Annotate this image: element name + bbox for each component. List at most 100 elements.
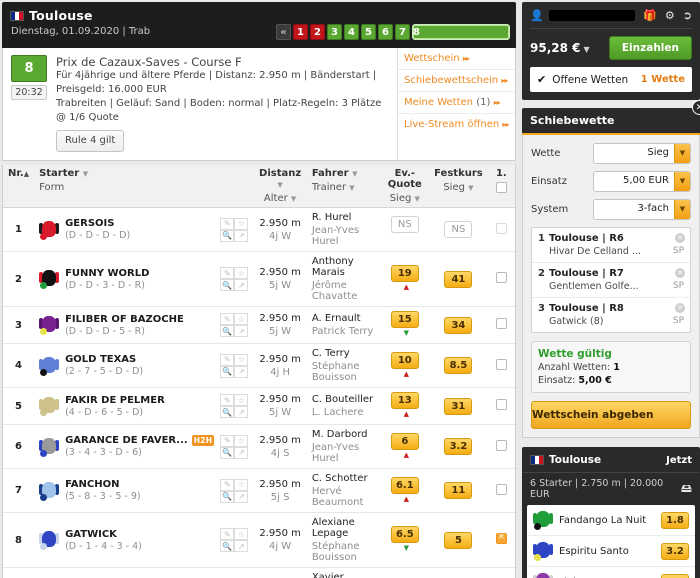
next-runner-odds[interactable]: 1.8 [661,511,689,529]
festkurs-odds[interactable]: 11 [444,482,473,499]
festkurs-odds[interactable]: NS [444,221,473,238]
search-icon[interactable]: 🔍 [220,490,235,503]
edit-icon[interactable]: ✎ [220,313,235,325]
ev-quote-odds[interactable]: NS [390,215,419,233]
system-select[interactable]: 3-fach ▼ [593,199,691,220]
h2h-badge[interactable]: H2H [191,435,215,446]
edit-icon[interactable]: ✎ [220,394,235,406]
festkurs-odds[interactable]: 5 [444,531,473,549]
festkurs-odds[interactable]: 34 [444,316,473,334]
star-icon[interactable]: ☆ [234,353,249,366]
gift-icon[interactable]: 🎁 [643,9,657,22]
star-icon[interactable]: ☆ [234,434,249,447]
horse-name[interactable]: GARANCE DE FAVER... H2H [65,435,215,446]
trend-chart-icon[interactable]: ↗ [234,279,249,291]
horse-name[interactable]: FILIBER OF BAZOCHE [65,314,214,325]
race-nav-4[interactable]: 4 [344,24,359,40]
star-icon[interactable]: ☆ [234,217,249,230]
search-icon[interactable]: 🔍 [220,446,235,459]
rule4-button[interactable]: Rule 4 gilt [56,130,125,152]
wette-select[interactable]: Sieg ▼ [593,143,691,164]
race-nav-6[interactable]: 6 [378,24,393,40]
race-nav-1[interactable]: 1 [293,24,308,40]
search-icon[interactable]: 🔍 [220,229,235,242]
balance-dropdown[interactable]: 95,28 € ▼ [530,41,609,55]
horse-name[interactable]: GATWICK [65,529,214,540]
link-schiebewettschein[interactable]: Schiebewettschein ▸▸ [398,70,515,92]
search-icon[interactable]: 🔍 [220,325,235,337]
star-icon[interactable]: ☆ [234,313,249,325]
race-nav-7[interactable]: 7 [395,24,410,40]
horse-name[interactable]: FAKIR DE PELMER [65,395,214,406]
edit-icon[interactable]: ✎ [220,434,235,447]
col-distanz[interactable]: Distanz ▼ Alter ▼ [253,165,307,208]
gear-icon[interactable]: ⚙ [665,9,675,22]
remove-selection-icon[interactable]: ✕ [675,303,685,313]
link-wettschein[interactable]: Wettschein ▸▸ [398,48,515,70]
edit-icon[interactable]: ✎ [220,217,235,230]
race-nav-prev[interactable]: « [276,24,291,40]
deposit-button[interactable]: Einzahlen [608,36,692,60]
ev-quote-odds[interactable]: 10 [390,351,419,369]
einsatz-select[interactable]: 5,00 EUR ▼ [593,171,691,192]
row-checkbox[interactable] [495,483,507,495]
festkurs-odds[interactable]: 31 [444,397,473,415]
ev-quote-odds[interactable]: 19 [390,265,419,282]
horse-name[interactable]: FUNNY WORLD [65,268,214,279]
trend-chart-icon[interactable]: ↗ [234,229,249,242]
col-fahrer[interactable]: Fahrer ▼ Trainer ▼ [306,165,381,208]
remove-selection-icon[interactable]: ✕ [675,268,685,278]
festkurs-odds[interactable]: 8.5 [444,357,473,374]
edit-icon[interactable]: ✎ [220,528,235,540]
search-icon[interactable]: 🔍 [220,365,235,378]
select-all-checkbox[interactable] [495,182,507,193]
trend-chart-icon[interactable]: ↗ [234,540,249,552]
row-checkbox[interactable] [495,358,507,370]
edit-icon[interactable]: ✎ [220,267,235,279]
search-icon[interactable]: 🔍 [220,279,235,291]
ev-quote-odds[interactable]: 6.5 [390,526,419,543]
trend-chart-icon[interactable]: ↗ [234,325,249,337]
horse-name[interactable]: GOLD TEXAS [65,354,214,365]
col-nr[interactable]: Nr.▲ [3,165,35,208]
search-icon[interactable]: 🔍 [220,540,235,552]
race-nav-2[interactable]: 2 [310,24,325,40]
row-checkbox[interactable] [495,222,507,234]
ev-quote-odds[interactable]: 6 [390,432,419,450]
row-checkbox[interactable] [495,272,507,283]
festkurs-odds[interactable]: 41 [444,270,473,288]
col-festkurs[interactable]: Festkurs Sieg ▼ [429,165,488,208]
edit-icon[interactable]: ✎ [220,353,235,366]
race-nav-8[interactable]: 8 [412,24,510,40]
star-icon[interactable]: ☆ [234,478,249,491]
festkurs-odds[interactable]: 3.2 [444,438,473,455]
ev-quote-odds[interactable]: 13 [390,392,419,409]
row-checkbox[interactable] [495,318,507,329]
trend-chart-icon[interactable]: ↗ [234,490,249,503]
race-nav-3[interactable]: 3 [327,24,342,40]
row-checkbox[interactable] [495,532,507,544]
ev-quote-odds[interactable]: 15 [390,311,419,328]
row-checkbox[interactable] [495,399,507,410]
row-checkbox[interactable] [495,439,507,451]
star-icon[interactable]: ☆ [234,394,249,406]
next-runner-odds[interactable]: 3.2 [661,542,689,560]
logout-icon[interactable]: ➲ [683,9,692,22]
race-nav-5[interactable]: 5 [361,24,376,40]
submit-betslip-button[interactable]: Wettschein abgeben [531,401,691,429]
col-starter[interactable]: Starter ▼ Form [34,165,254,208]
trend-chart-icon[interactable]: ↗ [234,365,249,378]
trend-chart-icon[interactable]: ↗ [234,446,249,459]
horse-name[interactable]: GERSOIS [65,218,214,229]
search-icon[interactable]: 🔍 [220,406,235,418]
link-livestream[interactable]: Live-Stream öffnen ▸▸ [398,114,515,135]
star-icon[interactable]: ☆ [234,528,249,540]
link-meine-wetten[interactable]: Meine Wetten (1) ▸▸ [398,92,515,114]
close-icon[interactable]: ✕ [692,100,700,115]
open-bets-row[interactable]: ✔ Offene Wetten 1 Wette [530,67,692,92]
ev-quote-odds[interactable]: 6.1 [390,476,419,494]
edit-icon[interactable]: ✎ [220,478,235,491]
next-runner-odds[interactable]: 5.5 [661,573,689,578]
remove-selection-icon[interactable]: ✕ [675,233,685,243]
star-icon[interactable]: ☆ [234,267,249,279]
